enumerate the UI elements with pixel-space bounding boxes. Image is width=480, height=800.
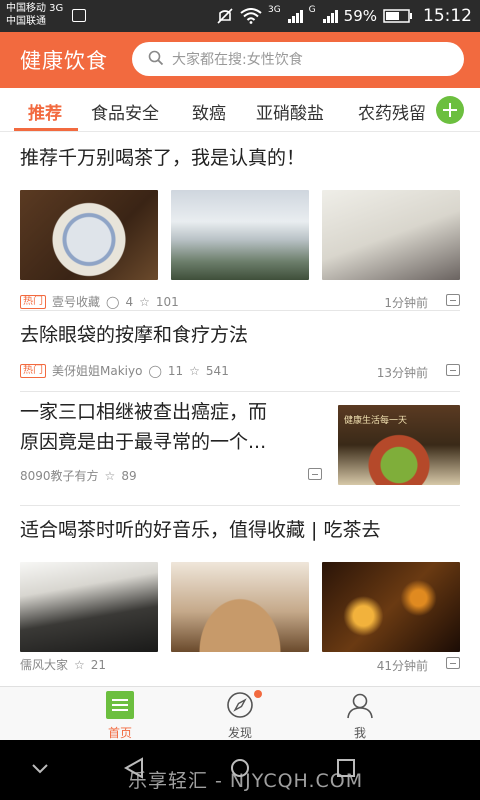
mute-icon [217, 8, 233, 24]
article-image[interactable] [322, 562, 460, 652]
article-time: 41分钟前 [376, 659, 428, 673]
signal-icon-1 [287, 10, 303, 23]
search-icon [148, 50, 164, 66]
feed-item[interactable]: 适合喝茶时听的好音乐，值得收藏 | 吃茶去 儒风大家 ☆ 21 41分钟前 [20, 515, 460, 685]
hide-keyboard-icon[interactable] [30, 762, 50, 776]
nav-home-label: 首页 [107, 726, 132, 740]
article-time: 1分钟前 [384, 296, 428, 310]
dismiss-button[interactable] [446, 294, 460, 306]
search-bar[interactable]: 大家都在搜:女性饮食 [132, 42, 464, 76]
add-channel-button[interactable] [436, 96, 464, 124]
article-time: 13分钟前 [376, 366, 428, 380]
article-title[interactable]: 去除眼袋的按摩和食疗方法 [20, 320, 460, 350]
star-icon: ☆ [104, 468, 116, 483]
home-list-icon [106, 691, 134, 719]
article-source: 儒风大家 [20, 658, 69, 672]
article-meta: 儒风大家 ☆ 21 [20, 656, 106, 673]
feed-item[interactable]: 一家三口相继被查出癌症，而 原因竟是由于最寻常的一个... 8090教子有方 ☆… [20, 397, 460, 497]
comment-count: 11 [167, 363, 184, 378]
comment-icon: ◯ [106, 294, 120, 309]
signal-icon-2 [322, 10, 338, 23]
divider [20, 310, 460, 311]
nav-discover-label: 发现 [227, 726, 252, 740]
status-icons: 3G G 59% 15:12 [216, 0, 472, 32]
hot-badge: 热门 [20, 294, 46, 309]
article-source: 壹号收藏 [52, 295, 101, 309]
carrier-2: 中国联通 [6, 16, 46, 27]
article-meta: 热门 壹号收藏 ◯ 4 ☆ 101 [20, 293, 179, 310]
star-icon: ☆ [189, 363, 200, 378]
nav-discover[interactable]: 发现 [200, 687, 280, 741]
divider [20, 505, 460, 506]
wifi-icon [240, 8, 262, 24]
app-title: 健康饮食 [20, 49, 108, 73]
tab-recommend[interactable]: 推荐 [28, 99, 62, 124]
tab-carcinogen[interactable]: 致癌 [192, 99, 226, 124]
app-header: 健康饮食 大家都在搜:女性饮食 [0, 32, 480, 88]
article-image[interactable] [171, 190, 309, 280]
star-icon: ☆ [74, 657, 85, 672]
article-image[interactable] [171, 562, 309, 652]
tab-food-safety[interactable]: 食品安全 [91, 99, 159, 124]
article-source: 美伢姐姐Makiyo [52, 364, 143, 378]
article-title[interactable]: 推荐千万别喝茶了，我是认真的！ [20, 143, 460, 173]
article-meta: 8090教子有方 ☆ 89 [20, 467, 137, 484]
star-count: 101 [155, 294, 179, 309]
nav-me-label: 我 [353, 726, 366, 740]
user-icon [347, 693, 373, 719]
network-type-1: 3G [267, 5, 281, 15]
clock: 15:12 [423, 6, 472, 26]
screenshot-notification-icon [72, 9, 86, 22]
tab-nitrite[interactable]: 亚硝酸盐 [256, 99, 324, 124]
article-title[interactable]: 适合喝茶时听的好音乐，值得收藏 | 吃茶去 [20, 515, 460, 545]
article-image[interactable] [20, 190, 158, 280]
network-type-2: G [308, 5, 316, 15]
article-image[interactable] [20, 562, 158, 652]
compass-icon [227, 692, 253, 718]
image-caption: 健康生活每一天 [344, 416, 408, 426]
article-image[interactable] [322, 190, 460, 280]
nav-home[interactable]: 首页 [80, 687, 160, 741]
carrier-1: 中国移动 3G [6, 3, 64, 14]
watermark: 乐享轻汇 - NJYCQH.COM [128, 770, 364, 792]
battery-icon [383, 9, 412, 23]
bottom-navigation: 首页 发现 我 [0, 686, 480, 740]
active-tab-indicator [14, 128, 78, 131]
status-bar: 中国移动 3G 中国联通 3G G 59% 15:12 [0, 0, 480, 32]
news-feed[interactable]: 推荐千万别喝茶了，我是认真的！ 热门 壹号收藏 ◯ 4 ☆ 101 1分钟前 去… [0, 133, 480, 686]
hot-badge: 热门 [20, 363, 46, 378]
comment-icon: ◯ [148, 363, 162, 378]
dismiss-button[interactable] [308, 468, 322, 480]
divider [20, 391, 460, 392]
nav-me[interactable]: 我 [320, 687, 400, 741]
article-image[interactable]: 健康生活每一天 [338, 405, 460, 485]
star-icon: ☆ [139, 294, 150, 309]
feed-item[interactable]: 推荐千万别喝茶了，我是认真的！ 热门 壹号收藏 ◯ 4 ☆ 101 1分钟前 [20, 143, 460, 313]
notification-dot [254, 690, 262, 698]
star-count: 541 [205, 363, 229, 378]
article-meta: 热门 美伢姐姐Makiyo ◯ 11 ☆ 541 [20, 362, 229, 379]
dismiss-button[interactable] [446, 657, 460, 669]
article-source: 8090教子有方 [20, 469, 99, 483]
category-tabs: 推荐 食品安全 致癌 亚硝酸盐 农药残留 [0, 88, 480, 132]
feed-item[interactable]: 去除眼袋的按摩和食疗方法 热门 美伢姐姐Makiyo ◯ 11 ☆ 541 13… [20, 320, 460, 390]
comment-count: 4 [125, 294, 134, 309]
battery-percent: 59% [343, 7, 377, 25]
tab-pesticide[interactable]: 农药残留 [358, 99, 426, 124]
carrier-info: 中国移动 3G 中国联通 [6, 2, 63, 28]
dismiss-button[interactable] [446, 364, 460, 376]
star-count: 89 [121, 468, 137, 483]
search-placeholder: 大家都在搜:女性饮食 [172, 52, 303, 68]
star-count: 21 [90, 657, 107, 672]
